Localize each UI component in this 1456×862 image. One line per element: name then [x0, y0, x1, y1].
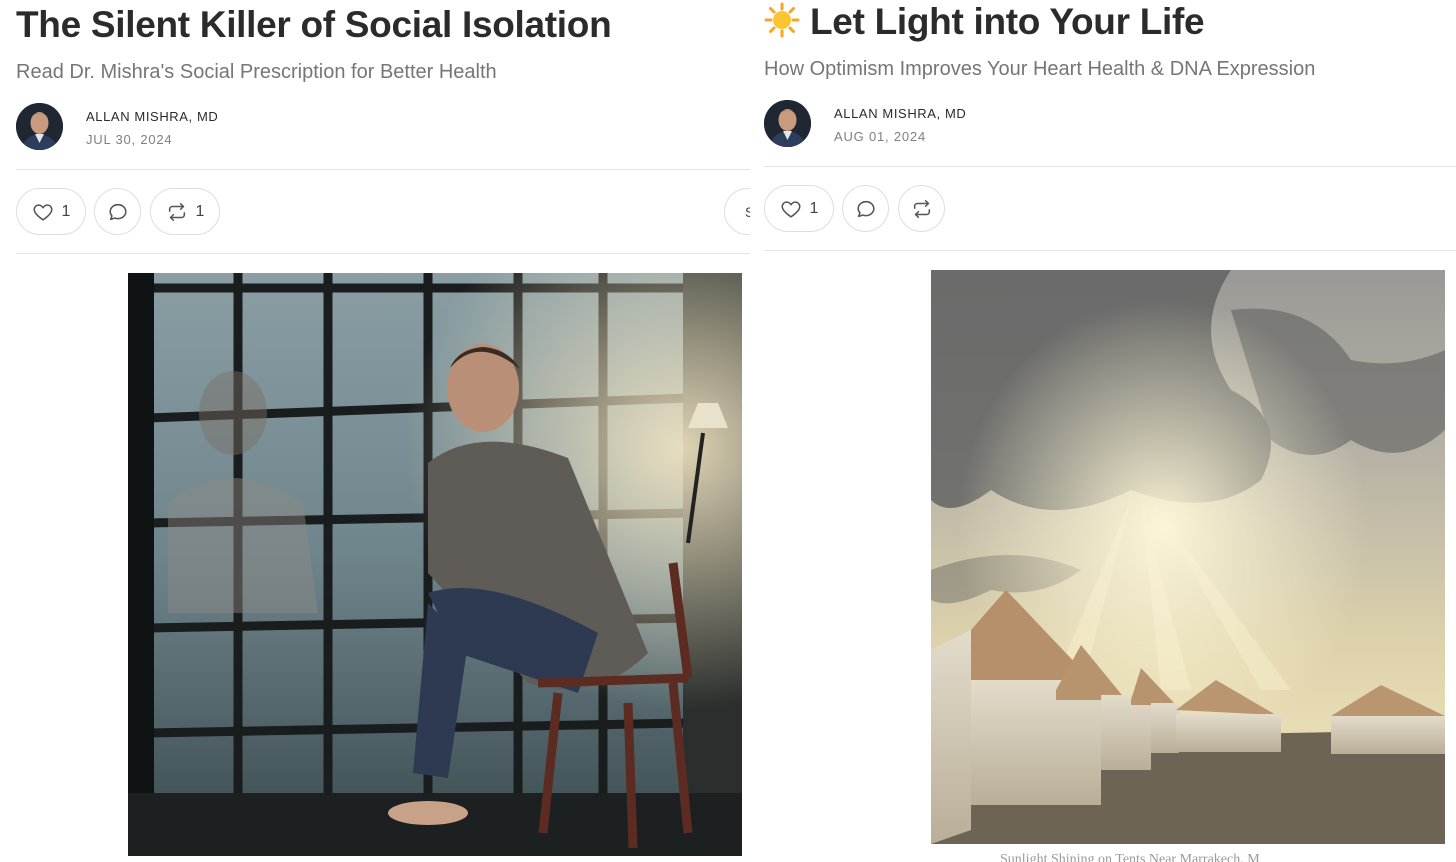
- divider: [764, 166, 1456, 167]
- image-caption: Sunlight Shining on Tents Near Marrakech…: [1000, 852, 1260, 862]
- post-card-left: The Silent Killer of Social Isolation Re…: [0, 0, 750, 862]
- author-name[interactable]: ALLAN MISHRA, MD: [86, 109, 218, 124]
- author-name[interactable]: ALLAN MISHRA, MD: [834, 106, 966, 121]
- divider: [16, 253, 750, 254]
- hero-image-left: [128, 273, 742, 856]
- post-title-text: Let Light into Your Life: [810, 1, 1205, 42]
- restack-count: 1: [195, 202, 205, 220]
- comment-icon: [856, 200, 875, 217]
- post-subtitle: Read Dr. Mishra's Social Prescription fo…: [16, 61, 497, 83]
- share-button[interactable]: S: [724, 188, 750, 235]
- hero-image-right: [931, 270, 1445, 844]
- author-avatar-image: [764, 100, 811, 147]
- post-title[interactable]: Let Light into Your Life: [764, 1, 1205, 42]
- post-title[interactable]: The Silent Killer of Social Isolation: [16, 6, 612, 43]
- post-date: JUL 30, 2024: [86, 132, 173, 147]
- sunlight-over-tents-image: [931, 270, 1445, 844]
- like-button[interactable]: 1: [764, 185, 834, 232]
- sun-icon: [764, 2, 800, 38]
- post-subtitle: How Optimism Improves Your Heart Health …: [764, 58, 1316, 80]
- heart-icon: [781, 200, 801, 218]
- comment-button[interactable]: [842, 185, 889, 232]
- heart-icon: [33, 203, 53, 221]
- like-count: 1: [61, 202, 71, 220]
- like-button[interactable]: 1: [16, 188, 86, 235]
- comment-icon: [108, 203, 127, 220]
- author-avatar[interactable]: [764, 100, 811, 147]
- man-by-rainy-window-image: [128, 273, 742, 856]
- like-count: 1: [809, 199, 819, 217]
- restack-icon: [913, 199, 930, 218]
- restack-button[interactable]: [898, 185, 945, 232]
- author-avatar-image: [16, 103, 63, 150]
- divider: [16, 169, 750, 170]
- divider: [764, 250, 1456, 251]
- restack-icon: [168, 202, 185, 221]
- author-avatar[interactable]: [16, 103, 63, 150]
- comment-button[interactable]: [94, 188, 141, 235]
- post-date: AUG 01, 2024: [834, 129, 926, 144]
- post-card-right: Let Light into Your Life How Optimism Im…: [750, 0, 1456, 862]
- restack-button[interactable]: 1: [150, 188, 220, 235]
